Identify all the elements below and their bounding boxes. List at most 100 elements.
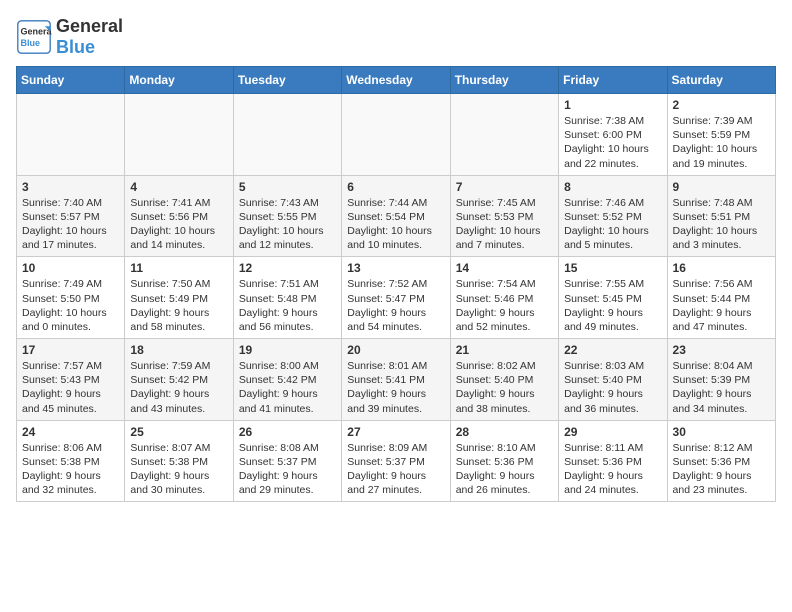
svg-text:Blue: Blue: [21, 38, 41, 48]
day-number: 16: [673, 261, 770, 275]
day-info: Sunset: 5:52 PM: [564, 210, 661, 224]
calendar-cell: [450, 94, 558, 176]
day-info: Sunrise: 7:52 AM: [347, 277, 444, 291]
day-info: Sunrise: 7:40 AM: [22, 196, 119, 210]
day-number: 27: [347, 425, 444, 439]
day-info: Sunset: 5:56 PM: [130, 210, 227, 224]
day-number: 24: [22, 425, 119, 439]
calendar-cell: 11Sunrise: 7:50 AMSunset: 5:49 PMDayligh…: [125, 257, 233, 339]
day-info: Daylight: 9 hours and 41 minutes.: [239, 387, 336, 415]
day-info: Sunset: 5:40 PM: [564, 373, 661, 387]
day-number: 12: [239, 261, 336, 275]
calendar-cell: 9 Sunrise: 7:48 AMSunset: 5:51 PMDaylight…: [667, 175, 775, 257]
day-info: Daylight: 10 hours and 12 minutes.: [239, 224, 336, 252]
day-info: Sunrise: 8:07 AM: [130, 441, 227, 455]
weekday-header-monday: Monday: [125, 67, 233, 94]
day-info: Sunset: 5:51 PM: [673, 210, 770, 224]
day-number: 26: [239, 425, 336, 439]
calendar-cell: 7Sunrise: 7:45 AMSunset: 5:53 PMDaylight…: [450, 175, 558, 257]
day-number: 28: [456, 425, 553, 439]
day-info: Sunrise: 8:09 AM: [347, 441, 444, 455]
day-info: Daylight: 10 hours and 17 minutes.: [22, 224, 119, 252]
weekday-header-friday: Friday: [559, 67, 667, 94]
calendar-cell: 27 Sunrise: 8:09 AMSunset: 5:37 PMDayligh…: [342, 420, 450, 502]
calendar-cell: 22Sunrise: 8:03 AMSunset: 5:40 PMDayligh…: [559, 339, 667, 421]
day-info: Sunset: 5:37 PM: [239, 455, 336, 469]
day-info: Sunrise: 7:43 AM: [239, 196, 336, 210]
day-info: Sunset: 5:49 PM: [130, 292, 227, 306]
day-info: Daylight: 10 hours and 3 minutes.: [673, 224, 770, 252]
day-info: Sunset: 5:37 PM: [347, 455, 444, 469]
day-info: Daylight: 9 hours and 36 minutes.: [564, 387, 661, 415]
day-info: Sunset: 5:48 PM: [239, 292, 336, 306]
logo: General Blue General Blue: [16, 16, 123, 58]
day-info: Sunrise: 7:49 AM: [22, 277, 119, 291]
day-info: Daylight: 9 hours and 52 minutes.: [456, 306, 553, 334]
day-number: 11: [130, 261, 227, 275]
day-info: Sunset: 5:57 PM: [22, 210, 119, 224]
calendar-cell: 4Sunrise: 7:41 AMSunset: 5:56 PMDaylight…: [125, 175, 233, 257]
calendar-cell: 6Sunrise: 7:44 AMSunset: 5:54 PMDaylight…: [342, 175, 450, 257]
day-info: Sunset: 5:42 PM: [130, 373, 227, 387]
day-info: Daylight: 9 hours and 23 minutes.: [673, 469, 770, 497]
day-number: 9: [673, 180, 770, 194]
calendar-table: SundayMondayTuesdayWednesdayThursdayFrid…: [16, 66, 776, 502]
day-info: Daylight: 10 hours and 7 minutes.: [456, 224, 553, 252]
day-number: 1: [564, 98, 661, 112]
day-info: Daylight: 9 hours and 38 minutes.: [456, 387, 553, 415]
day-info: Sunrise: 7:57 AM: [22, 359, 119, 373]
day-info: Sunset: 5:47 PM: [347, 292, 444, 306]
calendar-cell: 17Sunrise: 7:57 AMSunset: 5:43 PMDayligh…: [17, 339, 125, 421]
day-info: Sunrise: 7:54 AM: [456, 277, 553, 291]
calendar-cell: 16Sunrise: 7:56 AMSunset: 5:44 PMDayligh…: [667, 257, 775, 339]
calendar-cell: 25Sunrise: 8:07 AMSunset: 5:38 PMDayligh…: [125, 420, 233, 502]
calendar-cell: 19Sunrise: 8:00 AMSunset: 5:42 PMDayligh…: [233, 339, 341, 421]
day-info: Daylight: 9 hours and 24 minutes.: [564, 469, 661, 497]
day-info: Sunrise: 7:41 AM: [130, 196, 227, 210]
day-info: Sunrise: 7:45 AM: [456, 196, 553, 210]
day-info: Sunrise: 7:38 AM: [564, 114, 661, 128]
day-number: 3: [22, 180, 119, 194]
calendar-cell: 1Sunrise: 7:38 AMSunset: 6:00 PMDaylight…: [559, 94, 667, 176]
calendar-cell: 20Sunrise: 8:01 AMSunset: 5:41 PMDayligh…: [342, 339, 450, 421]
day-info: Sunrise: 8:08 AM: [239, 441, 336, 455]
day-info: Daylight: 10 hours and 10 minutes.: [347, 224, 444, 252]
day-info: Sunset: 5:45 PM: [564, 292, 661, 306]
day-info: Sunrise: 8:12 AM: [673, 441, 770, 455]
day-info: Sunrise: 7:48 AM: [673, 196, 770, 210]
day-info: Daylight: 10 hours and 0 minutes.: [22, 306, 119, 334]
calendar-cell: 2Sunrise: 7:39 AMSunset: 5:59 PMDaylight…: [667, 94, 775, 176]
day-number: 23: [673, 343, 770, 357]
day-info: Daylight: 10 hours and 5 minutes.: [564, 224, 661, 252]
day-info: Sunset: 5:46 PM: [456, 292, 553, 306]
day-info: Sunset: 5:40 PM: [456, 373, 553, 387]
day-info: Daylight: 9 hours and 43 minutes.: [130, 387, 227, 415]
day-info: Sunset: 5:50 PM: [22, 292, 119, 306]
day-info: Sunrise: 7:50 AM: [130, 277, 227, 291]
day-info: Sunset: 5:55 PM: [239, 210, 336, 224]
day-info: Sunset: 6:00 PM: [564, 128, 661, 142]
day-info: Daylight: 9 hours and 27 minutes.: [347, 469, 444, 497]
calendar-cell: 14Sunrise: 7:54 AMSunset: 5:46 PMDayligh…: [450, 257, 558, 339]
day-info: Sunrise: 8:04 AM: [673, 359, 770, 373]
day-info: Sunrise: 8:10 AM: [456, 441, 553, 455]
day-number: 2: [673, 98, 770, 112]
day-info: Sunset: 5:36 PM: [456, 455, 553, 469]
day-info: Daylight: 9 hours and 32 minutes.: [22, 469, 119, 497]
day-info: Sunrise: 8:01 AM: [347, 359, 444, 373]
day-number: 15: [564, 261, 661, 275]
day-number: 13: [347, 261, 444, 275]
day-info: Sunset: 5:38 PM: [22, 455, 119, 469]
day-info: Daylight: 9 hours and 47 minutes.: [673, 306, 770, 334]
day-info: Sunset: 5:59 PM: [673, 128, 770, 142]
day-info: Sunrise: 8:06 AM: [22, 441, 119, 455]
weekday-header-sunday: Sunday: [17, 67, 125, 94]
day-number: 30: [673, 425, 770, 439]
calendar-cell: 21Sunrise: 8:02 AMSunset: 5:40 PMDayligh…: [450, 339, 558, 421]
day-info: Daylight: 9 hours and 26 minutes.: [456, 469, 553, 497]
day-number: 4: [130, 180, 227, 194]
day-info: Daylight: 9 hours and 39 minutes.: [347, 387, 444, 415]
day-info: Sunset: 5:44 PM: [673, 292, 770, 306]
day-number: 5: [239, 180, 336, 194]
day-number: 6: [347, 180, 444, 194]
